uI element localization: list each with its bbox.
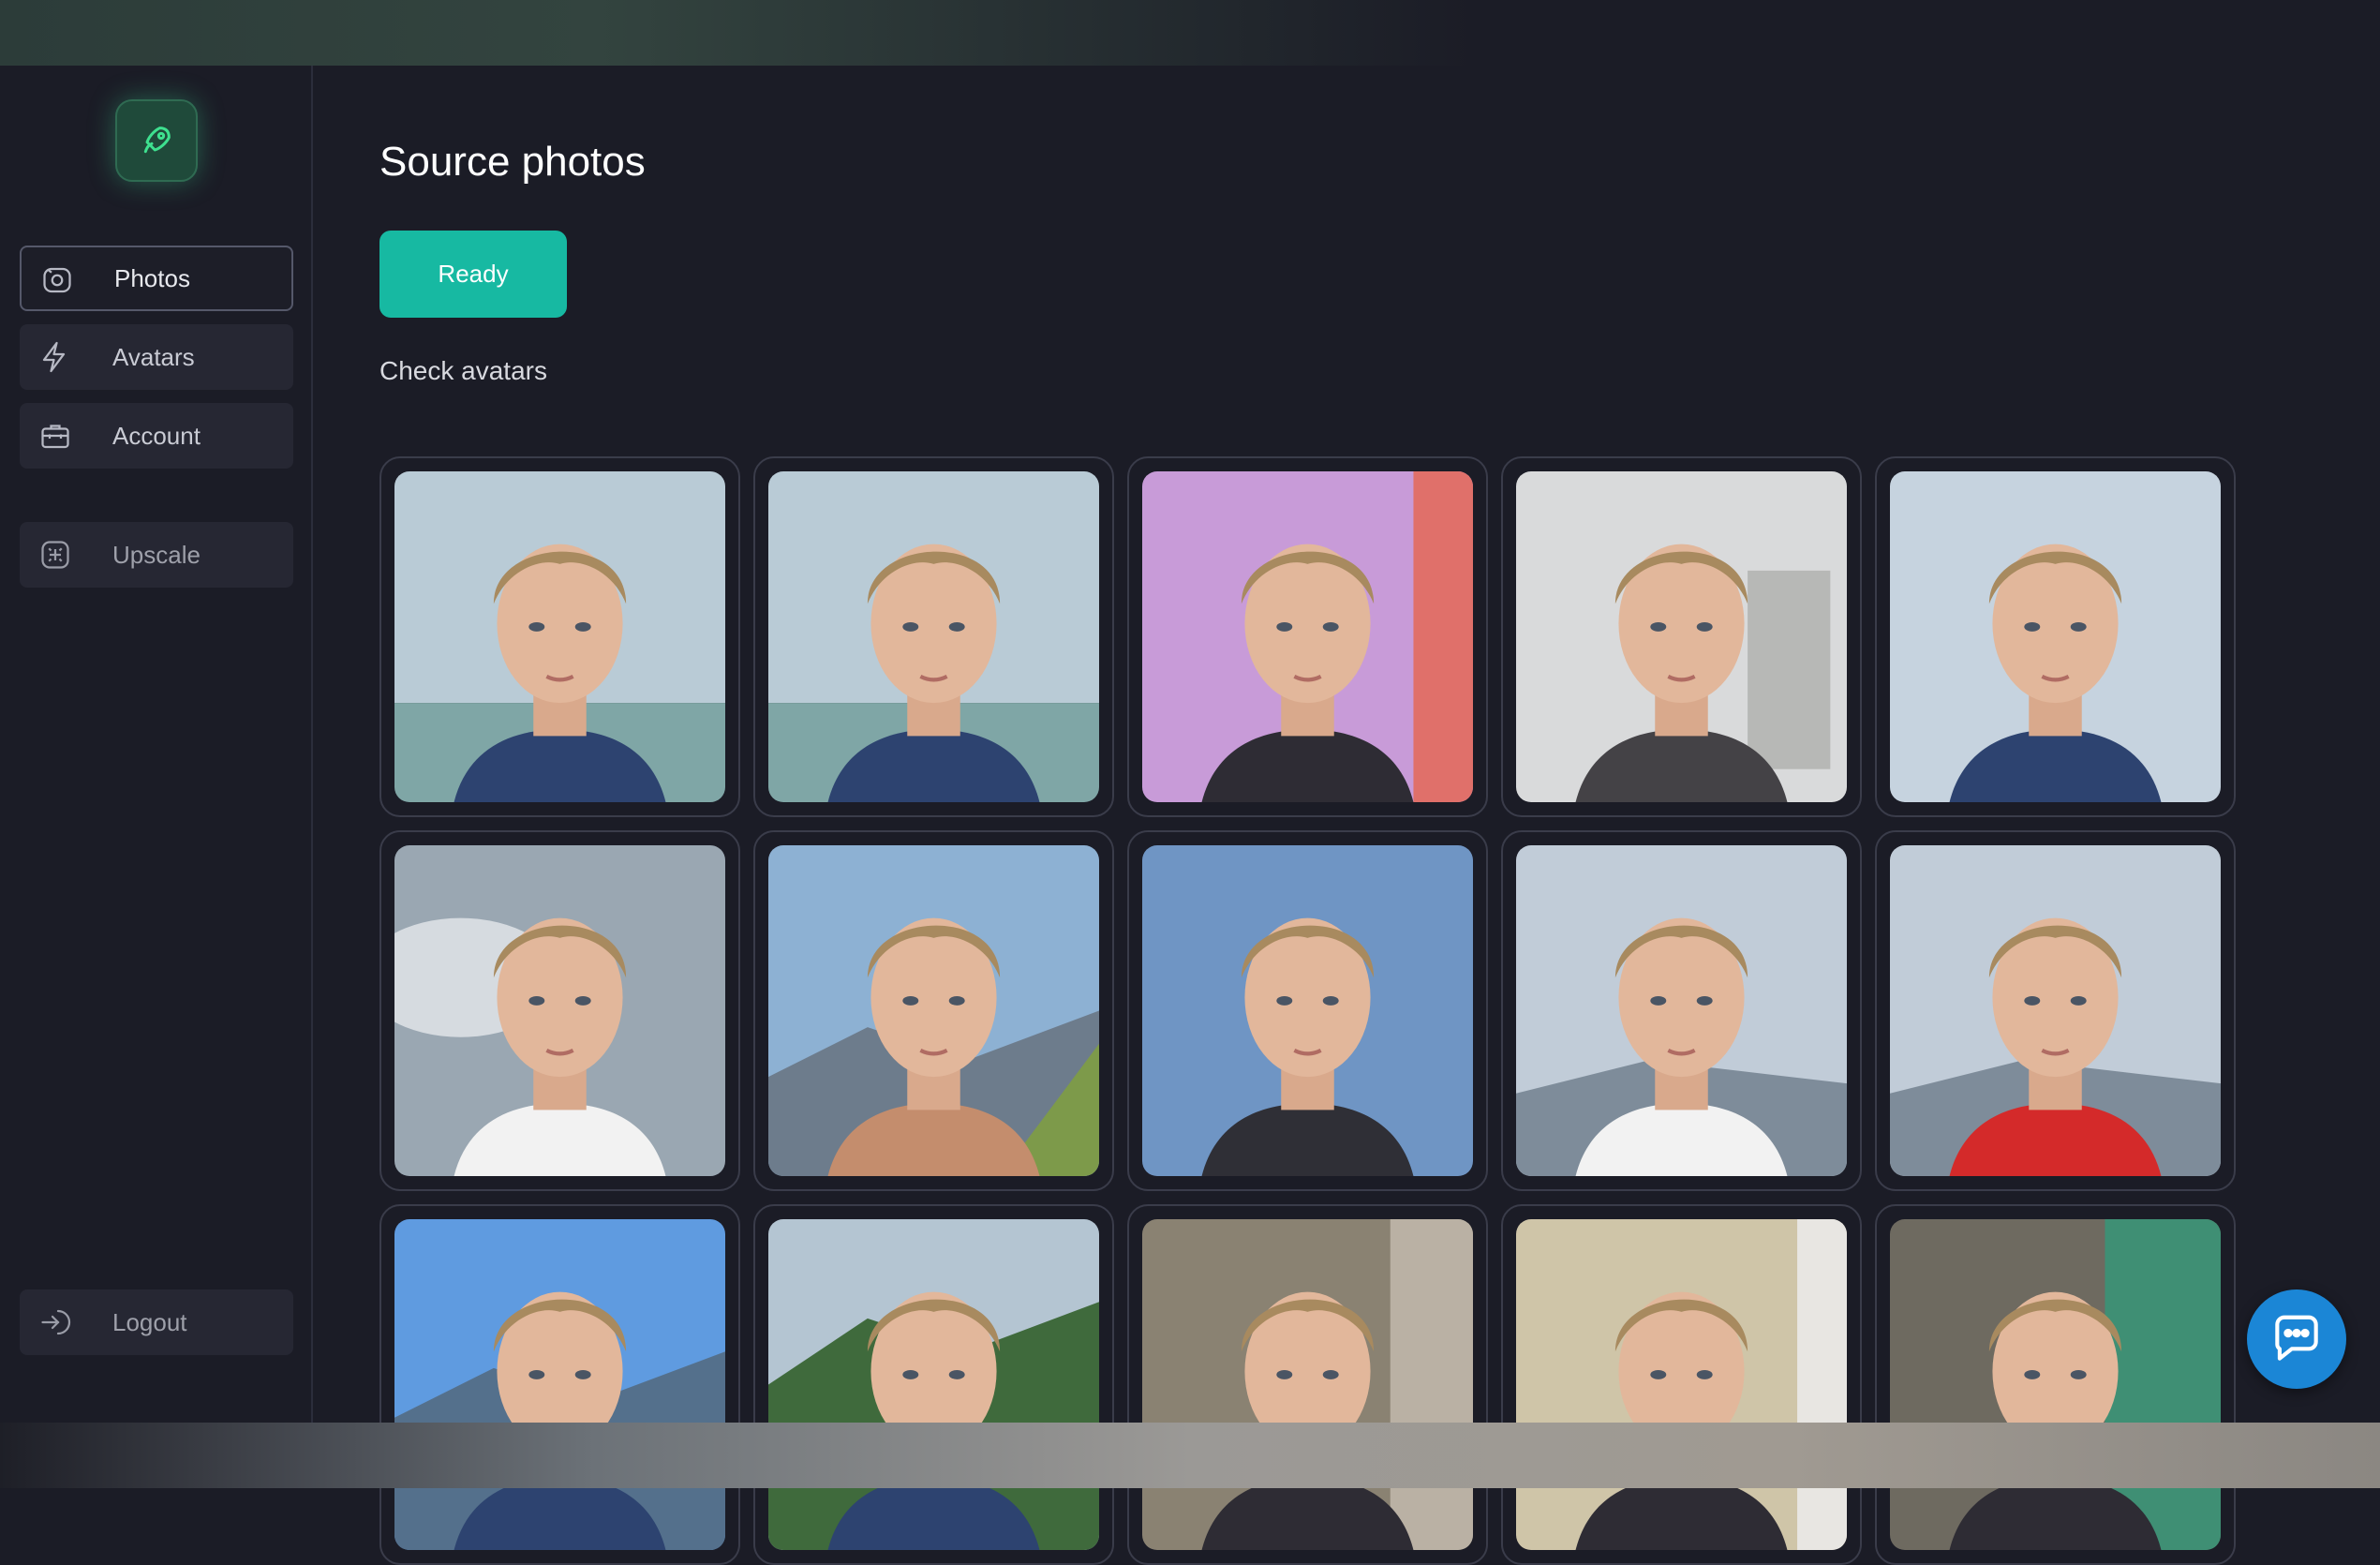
photo-card[interactable] — [1127, 1204, 1488, 1565]
bottom-gradient-bar — [0, 1423, 2380, 1488]
source-photo — [394, 1219, 725, 1550]
briefcase-icon — [41, 425, 69, 449]
source-photo — [1516, 1219, 1847, 1550]
photo-card[interactable] — [1501, 1204, 1862, 1565]
sidebar: Photos Avatars Account Upscale Logout — [0, 66, 313, 1423]
source-photo — [768, 1219, 1099, 1550]
chat-bubble-icon — [2275, 1315, 2318, 1361]
source-photo — [1516, 845, 1847, 1176]
camera-icon — [43, 267, 71, 293]
source-photo — [768, 845, 1099, 1176]
source-photo — [1142, 471, 1473, 802]
source-photo — [394, 471, 725, 802]
source-photo — [1516, 471, 1847, 802]
photo-card[interactable] — [379, 830, 740, 1191]
source-photo — [1890, 1219, 2221, 1550]
source-photo — [768, 471, 1099, 802]
logout-icon — [41, 1309, 71, 1335]
photo-card[interactable] — [1127, 456, 1488, 817]
page-title: Source photos — [379, 139, 646, 185]
logout-button[interactable]: Logout — [20, 1289, 293, 1355]
check-avatars-link[interactable]: Check avatars — [379, 356, 547, 386]
photo-card[interactable] — [753, 456, 1114, 817]
photo-card[interactable] — [379, 1204, 740, 1565]
sidebar-item-upscale[interactable]: Upscale — [20, 522, 293, 588]
sidebar-item-label: Avatars — [112, 342, 195, 371]
source-photo — [1890, 471, 2221, 802]
photo-card[interactable] — [1875, 1204, 2236, 1565]
photo-card[interactable] — [1875, 456, 2236, 817]
sidebar-item-avatars[interactable]: Avatars — [20, 324, 293, 390]
sidebar-item-account[interactable]: Account — [20, 403, 293, 469]
top-gradient-bar — [0, 0, 2380, 66]
sidebar-item-label: Upscale — [112, 540, 201, 569]
photo-grid — [379, 456, 2254, 1565]
chat-button[interactable] — [2247, 1289, 2346, 1389]
source-photo — [1142, 1219, 1473, 1550]
photo-card[interactable] — [1127, 830, 1488, 1191]
upscale-icon — [41, 541, 69, 569]
source-photo — [1142, 845, 1473, 1176]
photo-card[interactable] — [1501, 830, 1862, 1191]
sidebar-item-label: Account — [112, 421, 201, 450]
lightning-icon — [42, 341, 66, 373]
photo-card[interactable] — [1501, 456, 1862, 817]
photo-card[interactable] — [753, 830, 1114, 1191]
source-photo — [394, 845, 725, 1176]
ready-button[interactable]: Ready — [379, 231, 567, 318]
source-photo — [1890, 845, 2221, 1176]
photo-card[interactable] — [753, 1204, 1114, 1565]
app-logo[interactable] — [115, 99, 198, 182]
sidebar-item-label: Photos — [114, 263, 190, 292]
photo-card[interactable] — [1875, 830, 2236, 1191]
photo-card[interactable] — [379, 456, 740, 817]
logout-label: Logout — [112, 1307, 187, 1336]
rocket-icon — [143, 127, 171, 154]
sidebar-item-photos[interactable]: Photos — [20, 246, 293, 311]
